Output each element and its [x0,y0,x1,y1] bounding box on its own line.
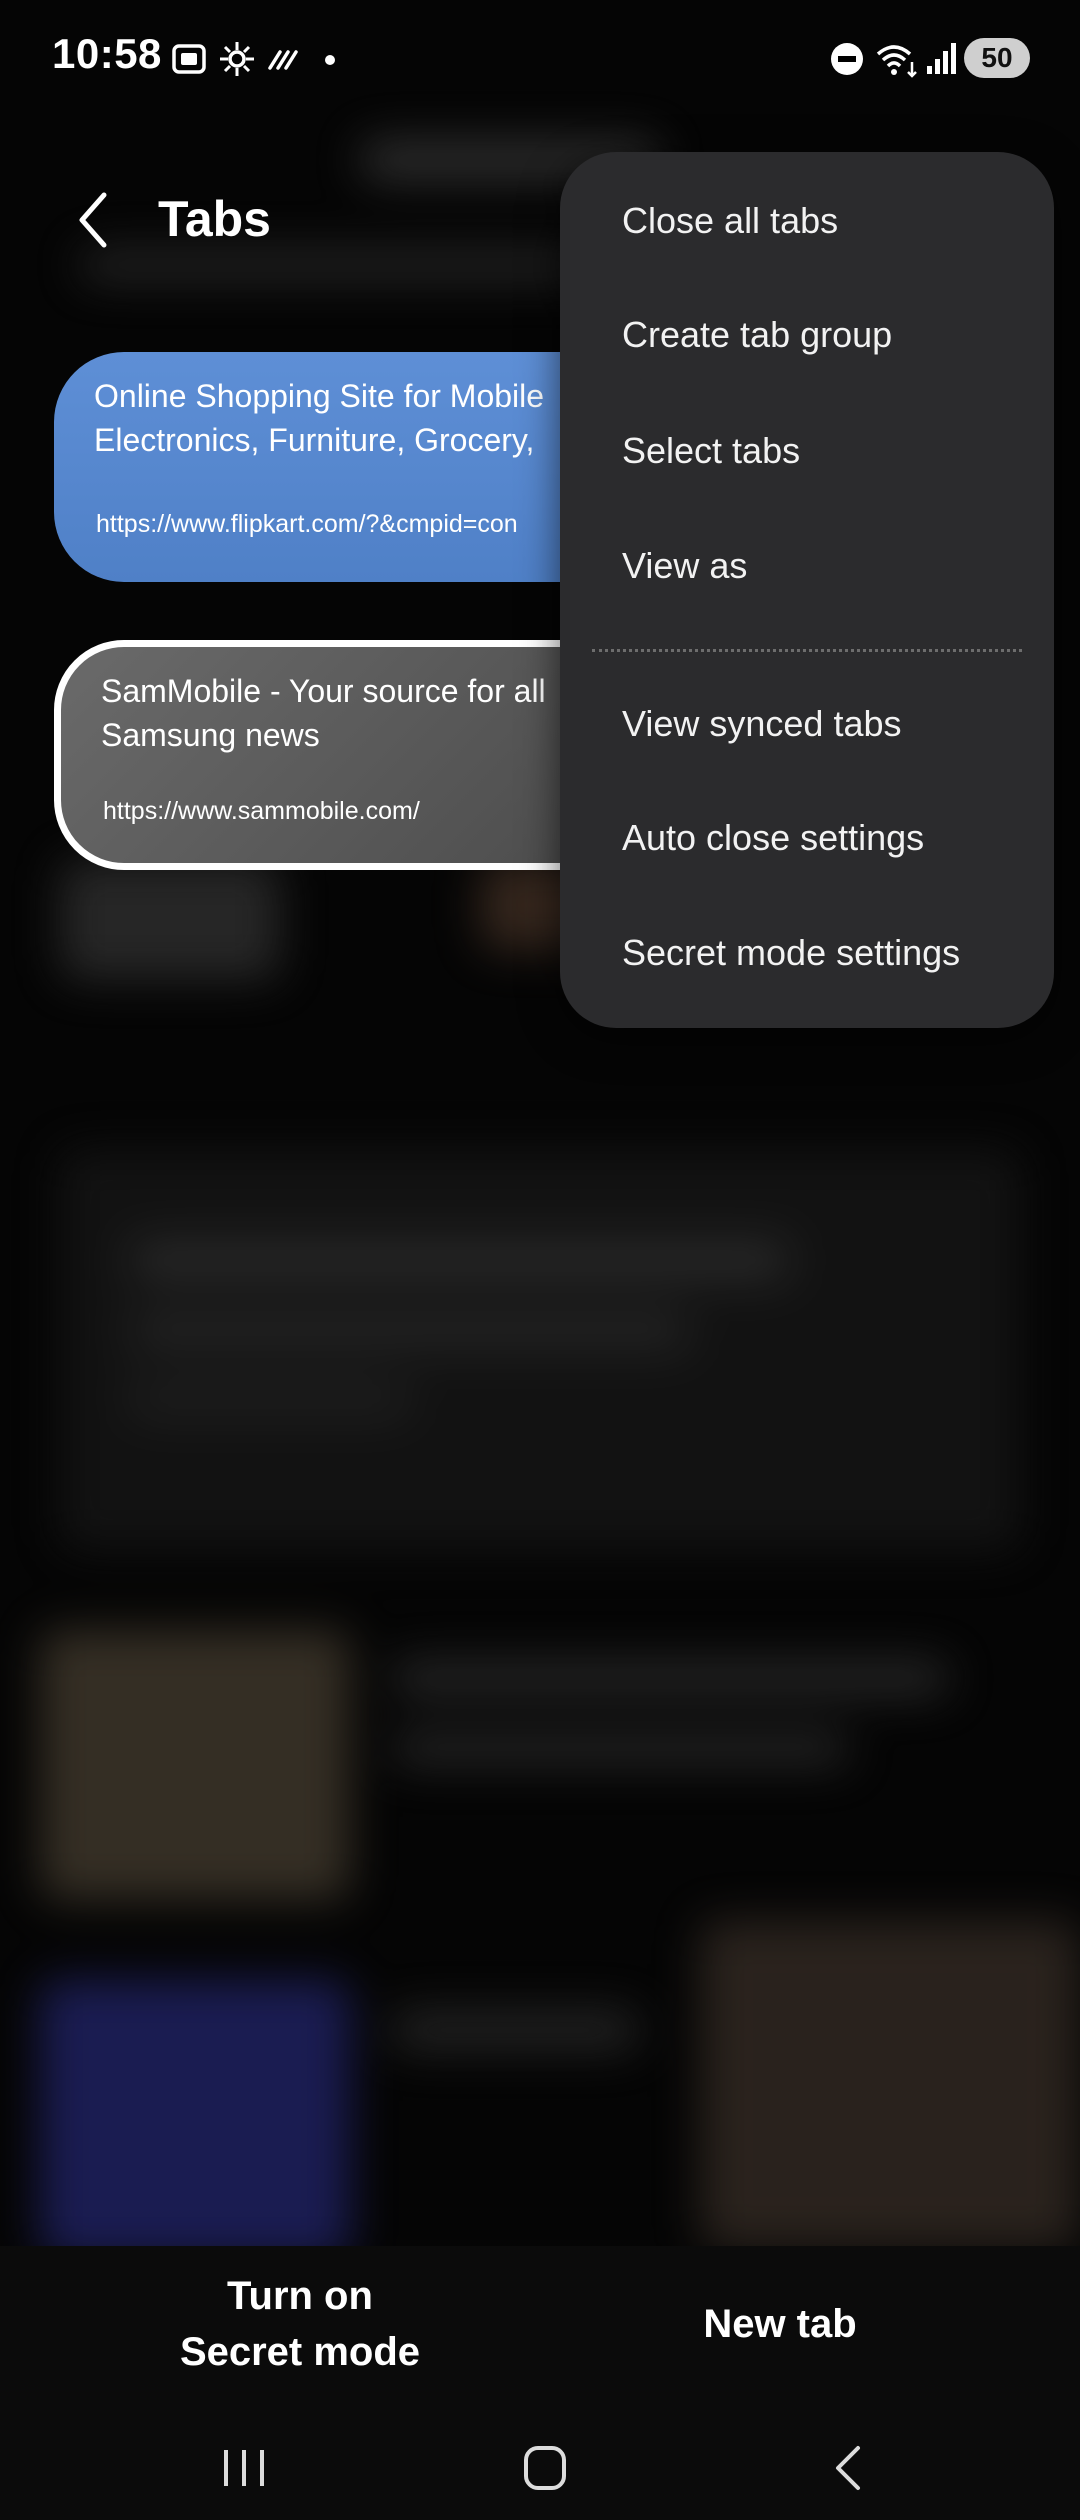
menu-divider [592,649,1022,652]
wifi-icon [876,45,917,78]
menu-item-view-as[interactable]: View as [622,545,747,587]
back-icon[interactable] [810,2438,890,2498]
signal-icon [927,43,956,74]
tab-title: SamMobile - Your source for all Samsung … [101,673,546,753]
secret-mode-label-line1: Turn on [227,2274,373,2318]
menu-item-auto-close-settings[interactable]: Auto close settings [622,817,924,859]
menu-item-close-all-tabs[interactable]: Close all tabs [622,200,838,242]
back-button[interactable] [68,185,118,255]
browser-tabs-screen: 10:58 50 Tabs Online Shopping Site for M… [0,0,1080,2520]
status-bar: 10:58 50 [0,0,1080,120]
battery-icon: 50 [964,38,1030,78]
more-options-menu: Close all tabs Create tab group Select t… [560,152,1054,1028]
new-tab-button[interactable]: New tab [620,2296,940,2352]
tab-title: Online Shopping Site for Mobile Electron… [94,378,545,458]
recents-icon[interactable] [204,2438,284,2498]
bottom-action-bar: Turn on Secret mode New tab [0,2246,1080,2416]
turn-on-secret-mode-button[interactable]: Turn on Secret mode [100,2268,500,2380]
tab-url: https://www.flipkart.com/?&cmpid=con [96,510,518,538]
menu-item-create-tab-group[interactable]: Create tab group [622,314,892,356]
tab-url: https://www.sammobile.com/ [103,797,420,825]
screenshot-icon [172,44,206,74]
navigation-bar [0,2416,1080,2520]
page-title: Tabs [158,191,271,247]
menu-item-secret-mode-settings[interactable]: Secret mode settings [622,932,960,974]
do-not-disturb-icon [831,43,863,75]
data-saver-icon [268,50,298,70]
secret-mode-label-line2: Secret mode [179,2330,421,2374]
status-time: 10:58 [52,30,162,77]
menu-item-select-tabs[interactable]: Select tabs [622,430,800,472]
bixby-icon [220,42,254,76]
menu-item-view-synced-tabs[interactable]: View synced tabs [622,703,902,745]
home-icon[interactable] [505,2438,585,2498]
header: Tabs [0,170,560,280]
notification-dot-icon [325,55,335,65]
